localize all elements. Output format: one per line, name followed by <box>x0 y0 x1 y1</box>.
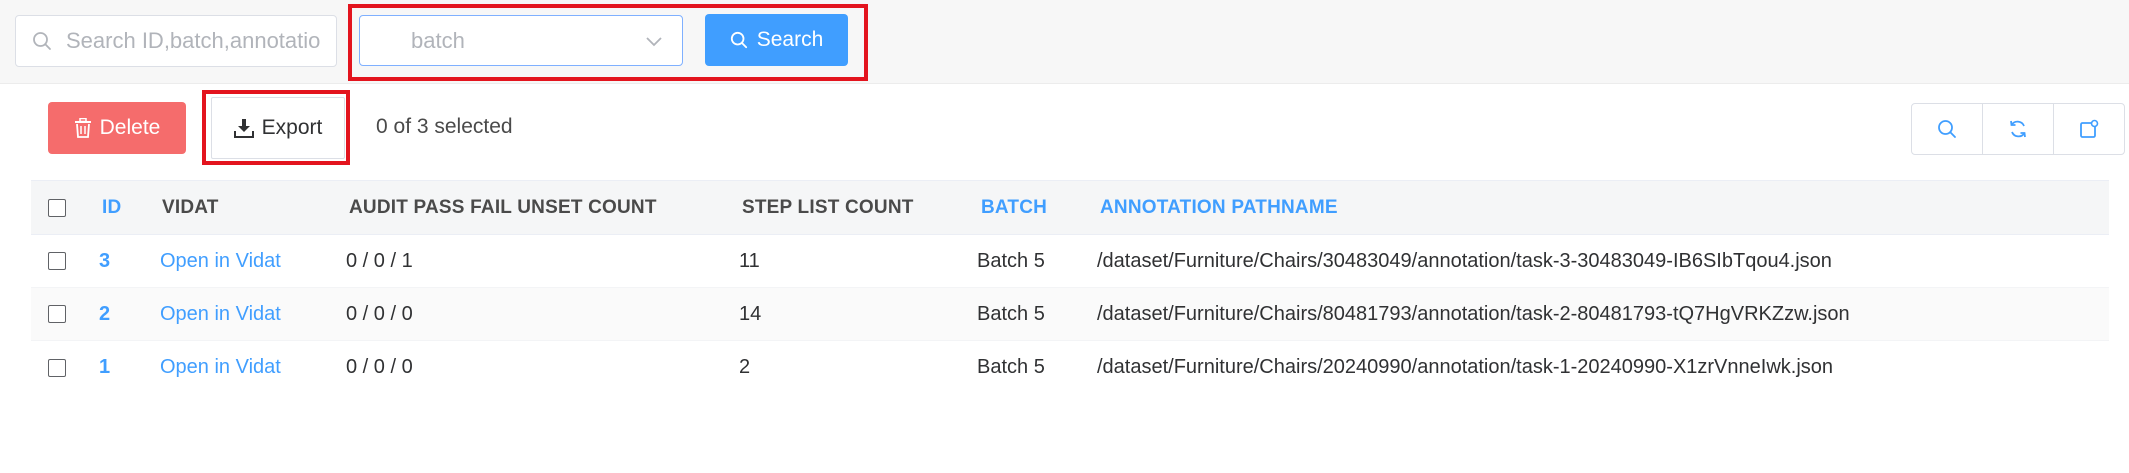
table-header: ID VIDAT AUDIT PASS FAIL UNSET COUNT STE… <box>31 180 2109 235</box>
row-id-link[interactable]: 3 <box>99 235 110 287</box>
header-vidat: VIDAT <box>162 196 219 218</box>
export-button[interactable]: Export <box>211 97 345 159</box>
search-button[interactable]: Search <box>705 14 848 66</box>
select-all-cell <box>48 181 66 234</box>
open-in-vidat-link[interactable]: Open in Vidat <box>160 288 281 340</box>
batch-value: Batch 5 <box>977 356 1045 378</box>
table-tools <box>1911 103 2125 155</box>
delete-button-label: Delete <box>99 116 161 139</box>
search-button-label: Search <box>756 28 824 51</box>
export-button-label: Export <box>261 116 323 139</box>
table-row: 1 Open in Vidat 0 / 0 / 0 2 Batch 5 /dat… <box>31 341 2109 394</box>
row-checkbox[interactable] <box>48 305 66 323</box>
annotation-pathname: /dataset/Furniture/Chairs/80481793/annot… <box>1097 302 1850 325</box>
open-in-vidat-link[interactable]: Open in Vidat <box>160 235 281 287</box>
step-list-count: 14 <box>739 302 762 325</box>
table-row: 2 Open in Vidat 0 / 0 / 0 14 Batch 5 /da… <box>31 288 2109 341</box>
annotation-table: ID VIDAT AUDIT PASS FAIL UNSET COUNT STE… <box>31 180 2109 394</box>
row-id-link[interactable]: 2 <box>99 288 110 340</box>
delete-button[interactable]: Delete <box>48 102 186 154</box>
row-select-cell <box>48 341 66 394</box>
header-step-list-count: STEP LIST COUNT <box>742 196 914 218</box>
columns-button[interactable] <box>2054 104 2124 154</box>
row-checkbox[interactable] <box>48 252 66 270</box>
selection-status: 0 of 3 selected <box>376 115 513 138</box>
batch-value: Batch 5 <box>977 249 1045 272</box>
select-all-checkbox[interactable] <box>48 198 66 217</box>
columns-icon <box>2080 119 2099 138</box>
row-id-link[interactable]: 1 <box>99 341 110 394</box>
header-audit-count: AUDIT PASS FAIL UNSET COUNT <box>349 196 657 218</box>
audit-count: 0 / 0 / 0 <box>346 356 413 378</box>
header-annotation-pathname[interactable]: ANNOTATION PATHNAME <box>1100 181 1338 234</box>
search-icon <box>1938 120 1956 138</box>
annotation-pathname: /dataset/Furniture/Chairs/20240990/annot… <box>1097 356 1834 378</box>
audit-count: 0 / 0 / 0 <box>346 302 413 325</box>
search-bar: batch Search <box>0 0 2129 84</box>
header-id[interactable]: ID <box>102 181 121 234</box>
search-input-wrapper[interactable] <box>15 15 337 67</box>
table-row: 3 Open in Vidat 0 / 0 / 1 11 Batch 5 /da… <box>31 235 2109 288</box>
refresh-icon <box>2010 120 2026 138</box>
step-list-count: 11 <box>739 249 760 272</box>
trash-icon <box>74 118 91 138</box>
table-search-button[interactable] <box>1912 104 1983 154</box>
search-input[interactable] <box>64 27 334 55</box>
chevron-down-icon <box>646 37 662 47</box>
refresh-button[interactable] <box>1983 104 2054 154</box>
audit-count: 0 / 0 / 1 <box>346 249 413 272</box>
search-icon <box>33 32 51 50</box>
row-select-cell <box>48 235 66 287</box>
download-icon <box>233 119 254 138</box>
row-checkbox[interactable] <box>48 358 66 377</box>
search-icon <box>730 31 747 49</box>
header-batch[interactable]: BATCH <box>981 181 1047 234</box>
open-in-vidat-link[interactable]: Open in Vidat <box>160 341 281 394</box>
batch-select-placeholder: batch <box>411 27 465 53</box>
batch-value: Batch 5 <box>977 302 1045 325</box>
step-list-count: 2 <box>739 356 751 378</box>
batch-select[interactable]: batch <box>359 15 683 66</box>
row-select-cell <box>48 288 66 340</box>
annotation-pathname: /dataset/Furniture/Chairs/30483049/annot… <box>1097 249 1832 272</box>
